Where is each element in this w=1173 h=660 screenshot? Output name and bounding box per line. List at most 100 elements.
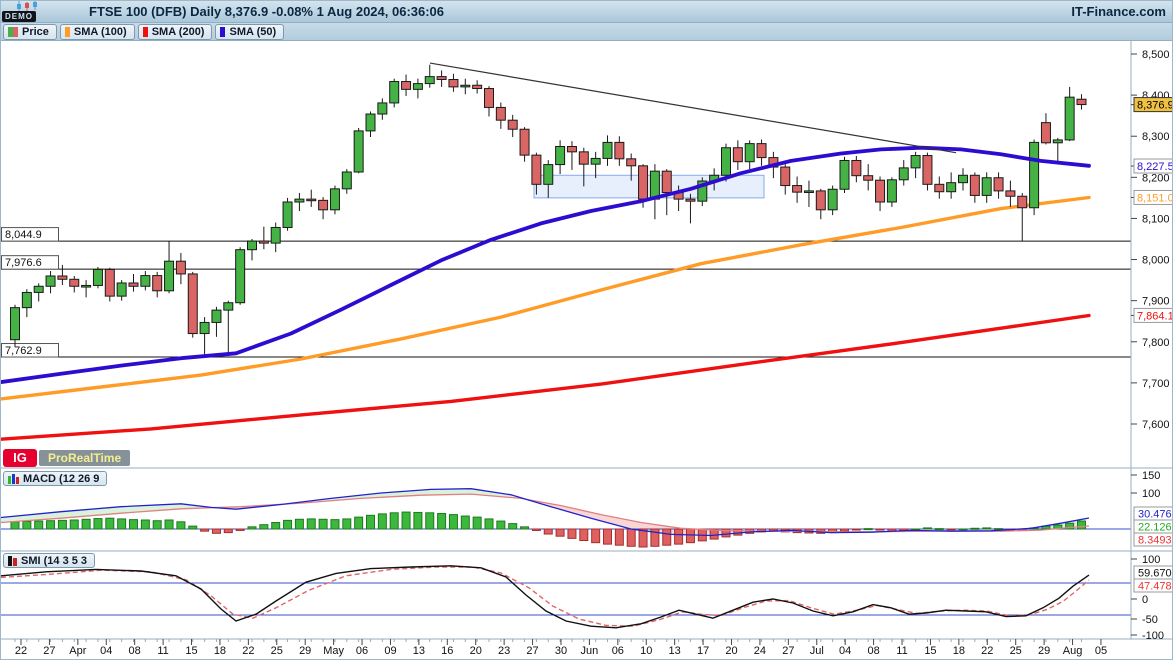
- chart-area[interactable]: 8,044.97,976.67,762.98,5008,4008,3008,20…: [1, 41, 1173, 659]
- smi-icon: [8, 556, 17, 566]
- candle-down: [307, 199, 316, 201]
- candle-up: [982, 178, 991, 196]
- candle-down: [970, 175, 979, 195]
- x-tick-label: 04: [839, 645, 851, 657]
- candle-down: [733, 148, 742, 162]
- macd-histogram-bar: [355, 517, 363, 529]
- candle-up: [1053, 140, 1062, 143]
- candle-up: [390, 82, 399, 103]
- smi-indicator-button[interactable]: SMI (14 3 5 3: [3, 553, 95, 568]
- candle-up: [461, 85, 470, 87]
- candle-up: [46, 276, 55, 286]
- macd-histogram-bar: [58, 520, 66, 529]
- candle-down: [1077, 99, 1086, 104]
- x-tick-label: 09: [384, 645, 396, 657]
- macd-histogram-bar: [165, 520, 173, 529]
- macd-histogram-bar: [319, 519, 327, 529]
- candle-down: [793, 186, 802, 193]
- smi-tick-label: 0: [1142, 594, 1148, 606]
- macd-histogram-bar: [106, 518, 114, 529]
- candle-down: [319, 200, 328, 209]
- macd-histogram-bar: [426, 513, 434, 529]
- candle-down: [876, 180, 885, 202]
- macd-histogram-bar: [592, 529, 600, 543]
- macd-histogram-bar: [295, 519, 303, 529]
- candle-down: [176, 261, 185, 274]
- macd-histogram-bar: [94, 519, 102, 529]
- candle-up: [650, 171, 659, 199]
- price-swatch-icon: [8, 27, 18, 37]
- candle-down: [757, 144, 766, 158]
- x-tick-label: 17: [697, 645, 709, 657]
- candle-down: [520, 129, 529, 155]
- macd-histogram-bar: [604, 529, 612, 544]
- macd-histogram-bar: [390, 513, 398, 529]
- smi-value-label: 47.478: [1138, 581, 1172, 593]
- prorealtime-watermark: ProRealTime: [39, 450, 130, 466]
- macd-histogram-bar: [224, 529, 232, 533]
- legend-item-sma100[interactable]: SMA (100): [60, 24, 135, 40]
- x-tick-label: 08: [867, 645, 879, 657]
- x-tick-label: 11: [157, 645, 168, 657]
- x-tick-label: 18: [953, 645, 965, 657]
- candle-up: [22, 292, 31, 307]
- macd-histogram-bar: [438, 514, 446, 529]
- macd-indicator-button[interactable]: MACD (12 26 9: [3, 471, 107, 486]
- candle-up: [425, 77, 434, 84]
- candle-down: [639, 166, 648, 199]
- candle-up: [11, 308, 20, 340]
- sma100-swatch-icon: [65, 27, 70, 37]
- candle-up: [330, 189, 339, 210]
- macd-histogram-bar: [876, 529, 884, 530]
- brand-link[interactable]: IT-Finance.com: [1071, 4, 1166, 19]
- candle-down: [816, 191, 825, 210]
- macd-histogram-bar: [841, 529, 849, 531]
- macd-histogram-bar: [236, 529, 244, 530]
- legend-item-sma200[interactable]: SMA (200): [138, 24, 213, 40]
- macd-histogram-bar: [852, 529, 860, 530]
- candle-up: [959, 175, 968, 182]
- macd-histogram-bar: [177, 522, 185, 529]
- macd-histogram-bar: [686, 529, 694, 543]
- macd-icon: [8, 474, 19, 484]
- candle-up: [591, 158, 600, 164]
- macd-histogram-bar: [544, 529, 552, 534]
- x-tick-label: 24: [754, 645, 766, 657]
- macd-histogram-bar: [212, 529, 220, 533]
- x-tick-label: 25: [1010, 645, 1022, 657]
- header-bar: DEMO FTSE 100 (DFB) Daily 8,376.9 -0.08%…: [1, 1, 1172, 23]
- candle-down: [496, 107, 505, 120]
- macd-tick-label: 150: [1142, 470, 1160, 482]
- macd-histogram-bar: [272, 523, 280, 529]
- x-tick-label: 13: [669, 645, 681, 657]
- macd-histogram-bar: [378, 514, 386, 529]
- candle-down: [662, 171, 671, 192]
- candle-up: [544, 165, 553, 185]
- candle-up: [271, 227, 280, 243]
- candle-up: [413, 84, 422, 90]
- price-tick-label: 8,200: [1142, 172, 1170, 184]
- macd-histogram-bar: [532, 529, 540, 530]
- candle-up: [82, 285, 91, 287]
- legend-item-price[interactable]: Price: [3, 24, 57, 40]
- macd-histogram-bar: [568, 529, 576, 538]
- macd-histogram-bar: [639, 529, 647, 547]
- x-tick-label: 08: [129, 645, 141, 657]
- price-chart-canvas[interactable]: 8,044.97,976.67,762.98,5008,4008,3008,20…: [1, 41, 1173, 659]
- candle-down: [449, 79, 458, 86]
- x-tick-label: 20: [470, 645, 482, 657]
- price-tick-label: 8,300: [1142, 131, 1170, 143]
- price-tick-label: 8,000: [1142, 255, 1170, 267]
- smi-value-label: 59.670: [1138, 568, 1172, 580]
- candle-up: [899, 168, 908, 180]
- legend-bar: Price SMA (100) SMA (200) SMA (50): [1, 23, 1172, 41]
- candle-down: [259, 241, 268, 243]
- candle-up: [224, 303, 233, 310]
- legend-item-sma50[interactable]: SMA (50): [215, 24, 284, 40]
- macd-histogram-bar: [663, 529, 671, 545]
- candle-down: [1041, 123, 1050, 143]
- macd-histogram-bar: [959, 529, 967, 530]
- macd-histogram-bar: [675, 529, 683, 544]
- hline-label: 7,762.9: [5, 345, 42, 357]
- macd-histogram-bar: [141, 520, 149, 529]
